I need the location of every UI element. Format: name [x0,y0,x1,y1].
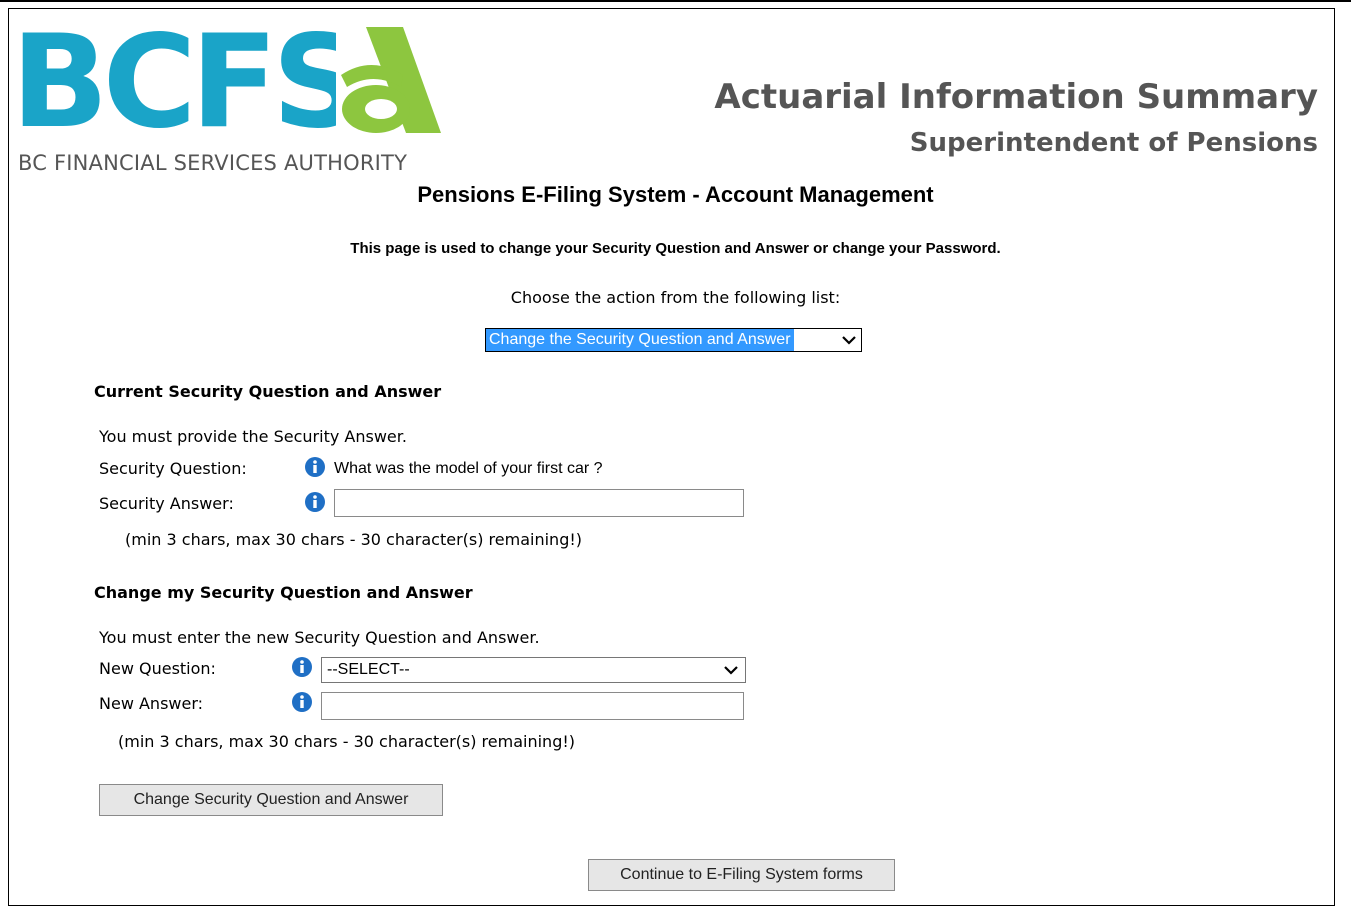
security-answer-input[interactable] [334,489,744,517]
page-description: This page is used to change your Securit… [350,240,1001,257]
continue-button[interactable]: Continue to E-Filing System forms [588,859,895,891]
new-answer-label: New Answer: [99,694,204,713]
choose-action-label: Choose the action from the following lis… [510,288,841,307]
new-question-label: New Question: [99,659,216,678]
info-icon[interactable] [292,692,312,712]
chevron-down-icon [841,332,857,348]
bcfsa-logo-mark: BCFSA [11,8,463,157]
info-icon[interactable] [305,457,325,477]
action-select-value: Change the Security Question and Answer [486,329,794,351]
chevron-down-icon [723,662,739,678]
system-title: Pensions E-Filing System - Account Manag… [417,182,934,207]
info-icon[interactable] [292,657,312,677]
security-answer-label: Security Answer: [99,494,234,513]
change-security-heading: Change my Security Question and Answer [94,583,473,602]
change-instruction: You must enter the new Security Question… [99,628,540,647]
security-question-value: What was the model of your first car ? [334,460,603,477]
page-main-title: Actuarial Information Summary [714,77,1318,117]
current-security-heading: Current Security Question and Answer [94,382,442,401]
security-question-label: Security Question: [99,459,247,478]
bcfsa-logo: BCFSA [11,8,463,157]
new-answer-input[interactable] [321,692,744,720]
new-question-select[interactable]: --SELECT-- [321,657,746,683]
current-answer-hint: (min 3 chars, max 30 chars - 30 characte… [125,530,582,549]
top-border [0,0,1351,2]
new-answer-hint: (min 3 chars, max 30 chars - 30 characte… [118,732,575,751]
page-sub-title: Superintendent of Pensions [909,128,1318,158]
current-instruction: You must provide the Security Answer. [99,427,407,446]
logo-subtitle: BC FINANCIAL SERVICES AUTHORITY [18,151,408,175]
action-select[interactable]: Change the Security Question and Answer [485,328,862,352]
info-icon[interactable] [305,492,325,512]
change-security-button[interactable]: Change Security Question and Answer [99,784,443,816]
new-question-select-value: --SELECT-- [327,661,410,678]
